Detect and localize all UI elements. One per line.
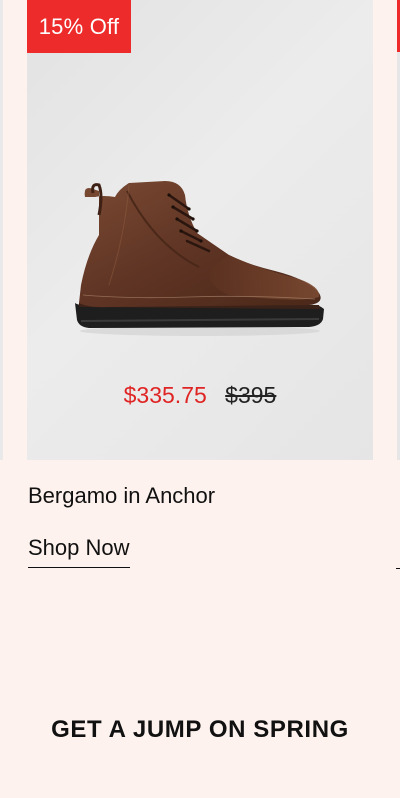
product-image-panel[interactable]: 15% Off $335.75 $395: [27, 0, 373, 460]
price-row: $335.75 $395: [27, 382, 373, 409]
discount-badge: 15% Off: [27, 0, 131, 53]
next-card-link-peek[interactable]: [396, 538, 400, 569]
product-card[interactable]: 15% Off $335.75 $395 Bergamo in Anchor S…: [27, 0, 373, 600]
product-name[interactable]: Bergamo in Anchor: [28, 483, 215, 509]
original-price: $395: [225, 382, 277, 408]
boot-image[interactable]: [69, 175, 331, 340]
shop-now-link[interactable]: Shop Now: [28, 535, 130, 568]
sale-price: $335.75: [123, 382, 207, 408]
product-carousel[interactable]: 15% Off $335.75 $395 Bergamo in Anchor S…: [0, 0, 400, 600]
section-heading: GET A JUMP ON SPRING: [51, 716, 349, 743]
previous-card-peek[interactable]: [0, 0, 3, 460]
